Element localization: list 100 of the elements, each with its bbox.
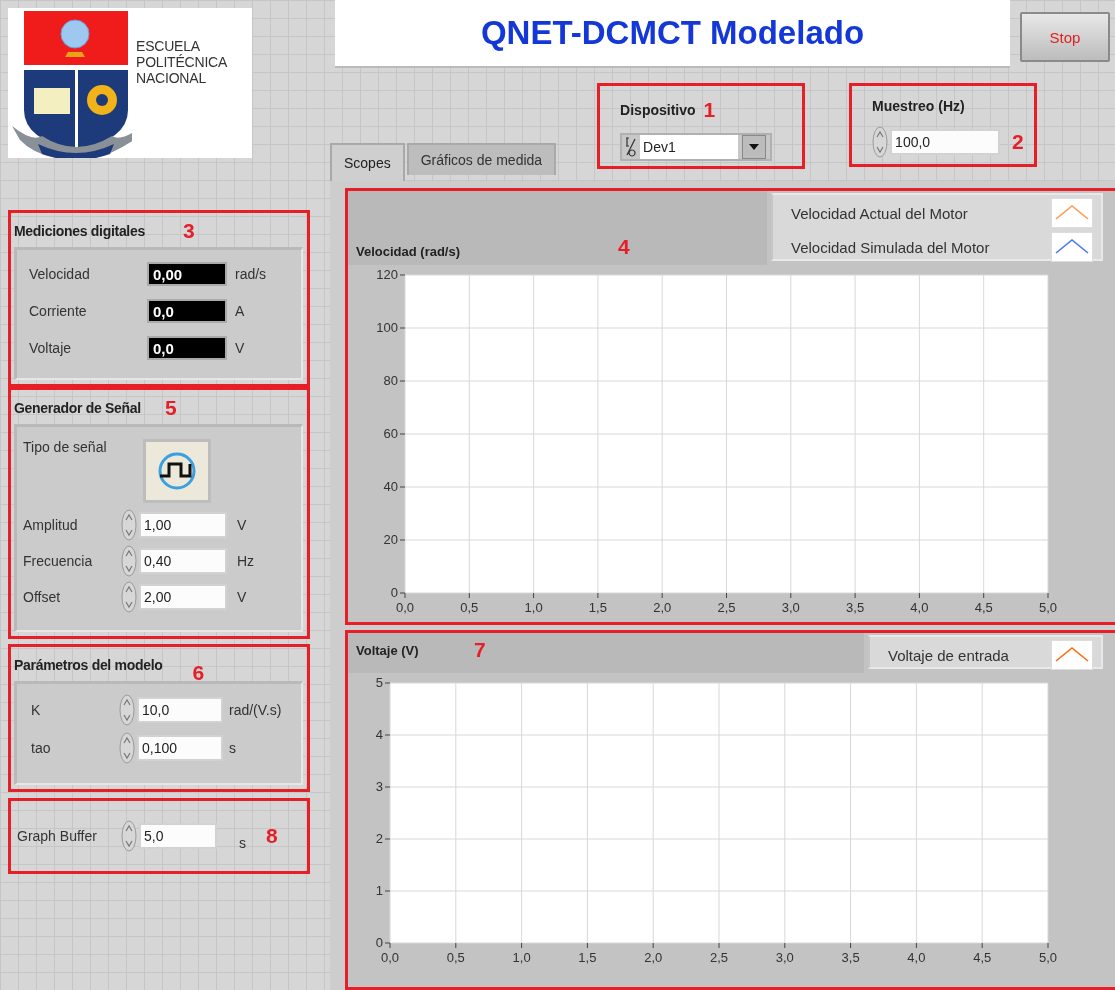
logo-text: POLITÉCNICA (136, 54, 228, 70)
control-label: Muestreo (Hz) (872, 98, 966, 114)
tick-label: 1,5 (578, 950, 597, 965)
unit-label: Hz (237, 553, 255, 569)
control-label: Graph Buffer (17, 828, 98, 844)
tick-label: 60 (383, 426, 398, 441)
control-label: Dispositivo (620, 101, 696, 118)
tick-label: 4,5 (974, 600, 993, 615)
logo-text: ESCUELA (136, 38, 201, 54)
group-title: Generador de Señal (14, 400, 141, 416)
spinner-button[interactable] (121, 509, 137, 541)
numeric-field[interactable]: 0,40 (139, 548, 227, 574)
numeric-indicator: 0,0 (147, 299, 227, 323)
tick-label: 3,5 (846, 600, 865, 615)
app-title: QNET-DCMCT Modelado (480, 14, 865, 52)
tick-label: 2,0 (644, 950, 663, 965)
tick-label: 0 (390, 585, 398, 600)
unit-label: s (239, 835, 246, 851)
unit-label: rad/s (235, 266, 267, 282)
annotation-number: 1 (703, 97, 717, 122)
tick-label: 0,5 (446, 950, 465, 965)
numeric-indicator: 0,0 (147, 336, 227, 360)
spinner-button[interactable] (872, 126, 889, 158)
signal-type-button[interactable] (143, 439, 211, 503)
tick-label: 1,0 (524, 600, 543, 615)
caret-icon (749, 143, 760, 150)
tick-label: 5,0 (1038, 950, 1058, 965)
unit-label: V (237, 589, 247, 605)
tick-label: 3,0 (775, 950, 794, 965)
tick-label: 3,5 (841, 950, 860, 965)
tick-label: 1 (375, 883, 383, 898)
numeric-field[interactable]: 0,100 (137, 735, 223, 761)
tick-label: 0 (375, 935, 383, 950)
tick-label: 0,0 (380, 950, 400, 965)
control-label: Frecuencia (23, 553, 94, 569)
tick-label: 20 (383, 532, 398, 547)
tick-label: 5,0 (1038, 600, 1058, 615)
unit-label: V (237, 517, 247, 533)
numeric-field[interactable]: 5,0 (139, 823, 217, 849)
annotation-number: 7 (474, 638, 486, 662)
spinner-button[interactable] (119, 694, 135, 726)
tick-label: 0,0 (395, 600, 415, 615)
spinner-button[interactable] (121, 820, 137, 852)
control-label: Tipo de señal (23, 439, 108, 455)
chart-title: Velocidad (rad/s) (356, 244, 462, 259)
numeric-field[interactable]: 1,00 (139, 512, 227, 538)
tick-label: 2,0 (653, 600, 672, 615)
annotation-number: 8 (266, 824, 278, 848)
numeric-indicator: 0,00 (147, 262, 227, 286)
unit-label: V (235, 340, 245, 356)
line-swatch-icon (1051, 198, 1093, 228)
io-icon (624, 135, 639, 158)
tab[interactable]: Scopes (330, 143, 405, 181)
annotation-number: 5 (164, 396, 177, 420)
tick-label: 80 (383, 373, 398, 388)
tick-label: 5 (375, 675, 383, 690)
legend-label: Velocidad Simulada del Motor (791, 238, 990, 256)
tick-label: 1,5 (588, 600, 607, 615)
annotation-number: 6 (192, 661, 205, 685)
tick-label: 120 (376, 267, 398, 282)
logo-text: NACIONAL (136, 70, 207, 86)
tick-label: 3 (375, 779, 383, 794)
tick-label: 100 (376, 320, 398, 335)
legend-label: Voltaje de entrada (888, 646, 1009, 664)
indicator-label: Corriente (29, 303, 88, 319)
tick-label: 4,5 (973, 950, 992, 965)
control-label: Offset (23, 589, 62, 605)
tick-label: 1,0 (512, 950, 531, 965)
group-title: Parámetros del modelo (14, 657, 163, 673)
tick-label: 3,0 (781, 600, 800, 615)
spinner-button[interactable] (121, 581, 137, 613)
device-dropdown[interactable]: Dev1 (620, 132, 773, 161)
tab[interactable]: Gráficos de medida (406, 143, 557, 175)
annotation-number: 2 (1012, 130, 1024, 154)
numeric-field[interactable]: 10,0 (137, 697, 223, 723)
indicator-label: Velocidad (29, 266, 91, 282)
tick-label: 0,5 (460, 600, 479, 615)
unit-label: rad/(V.s) (229, 702, 282, 718)
control-label: Amplitud (23, 517, 79, 533)
legend-label: Velocidad Actual del Motor (791, 204, 968, 222)
tick-label: 2 (375, 831, 383, 846)
chart-title: Voltaje (V) (356, 642, 420, 658)
numeric-field[interactable]: 100,0 (890, 129, 1001, 155)
tick-label: 40 (383, 479, 398, 494)
numeric-field[interactable]: 2,00 (139, 584, 227, 610)
unit-label: A (235, 303, 245, 319)
tick-label: 4,0 (907, 950, 926, 965)
group-title: Mediciones digitales (14, 223, 145, 239)
annotation-number: 4 (618, 235, 630, 259)
indicator-label: Voltaje (29, 340, 73, 356)
control-label: K (31, 702, 42, 718)
unit-label: s (229, 740, 236, 756)
tick-label: 4,0 (910, 600, 929, 615)
tick-label: 2,5 (709, 950, 729, 965)
annotation-number: 3 (182, 219, 195, 243)
tick-label: 4 (375, 727, 383, 742)
spinner-button[interactable] (121, 545, 137, 577)
tick-label: 2,5 (717, 600, 736, 615)
spinner-button[interactable] (119, 732, 135, 764)
control-label: tao (31, 740, 52, 756)
